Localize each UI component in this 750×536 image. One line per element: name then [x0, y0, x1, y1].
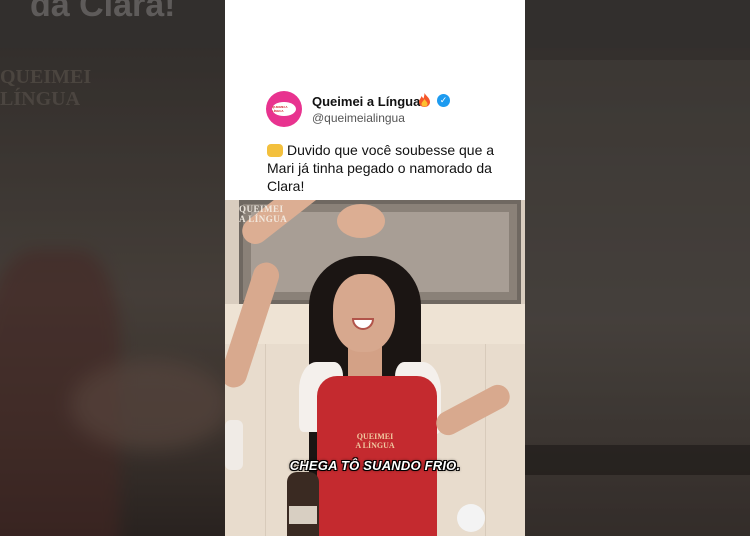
apron-logo-line-1: QUEIMEI [356, 432, 394, 441]
left-dim-overlay [0, 0, 225, 536]
account-handle[interactable]: @queimeialingua [312, 111, 405, 125]
tile-line [485, 344, 486, 536]
person-hand [337, 204, 385, 238]
right-backdrop [525, 0, 750, 536]
account-name[interactable]: Queimei a Língua [312, 94, 420, 109]
account-avatar[interactable]: QUEIMEI A LÍNGUA [266, 91, 302, 127]
apron-logo: QUEIMEI A LÍNGUA [345, 432, 405, 450]
person-face [333, 274, 395, 352]
verified-icon: ✓ [437, 94, 450, 107]
right-dim-overlay [525, 0, 750, 536]
fist-icon [267, 144, 283, 157]
left-backdrop: da Clara! QUEIMEI LÍNGUA [0, 0, 225, 536]
wine-bottle [287, 472, 319, 536]
video-watermark-line-2: A LÍNGUA [239, 214, 288, 224]
avatar-logo-text: QUEIMEI A LÍNGUA [272, 105, 288, 113]
apron-logo-line-2: A LÍNGUA [355, 441, 395, 450]
avatar-lips-logo: QUEIMEI A LÍNGUA [272, 102, 296, 116]
white-cup [457, 504, 485, 532]
video-watermark: QUEIMEI A LÍNGUA [239, 204, 287, 224]
bottle-label [289, 506, 317, 524]
tweet-text-block: Duvido que você soubesse que a Mari já t… [267, 141, 497, 195]
video-subtitle: CHEGA TÔ SUANDO FRIO. [289, 458, 461, 473]
tweet-card: QUEIMEI A LÍNGUA Queimei a Língua ✓ @que… [225, 0, 525, 200]
video-player[interactable]: QUEIMEI A LÍNGUA Queimei a Língua ✓ @que… [225, 0, 525, 536]
video-watermark-line-1: QUEIMEI [239, 204, 284, 214]
tile-line [265, 344, 266, 536]
tweet-text: Duvido que você soubesse que a Mari já t… [267, 142, 495, 194]
red-apron [317, 376, 437, 536]
fire-icon [419, 93, 430, 107]
video-frame: QUEIMEI A LÍNGUA QUEIMEI A LÍNGUA CHEGA … [225, 200, 525, 536]
